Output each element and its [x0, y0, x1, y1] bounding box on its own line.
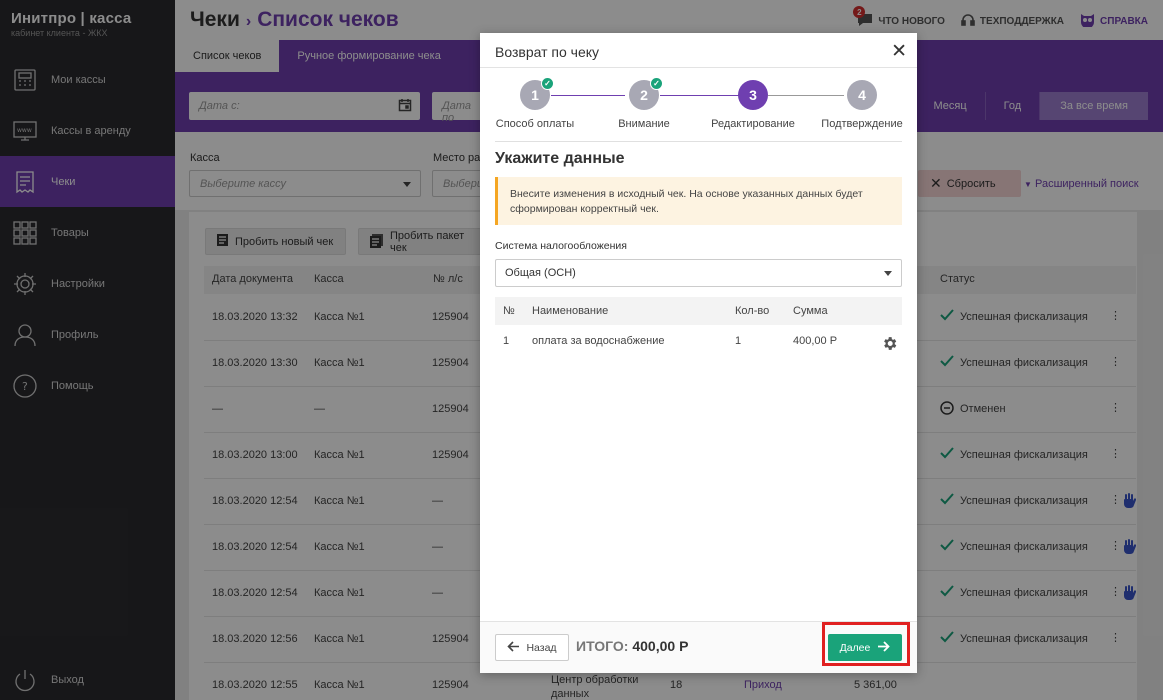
item-sum: 400,00 Р — [793, 335, 838, 347]
total: ИТОГО: 400,00 Р — [576, 638, 688, 654]
step-connector — [768, 95, 844, 96]
refund-modal: Возврат по чеку ✕ 1 ✓ 2 ✓ 3 4 Способ опл… — [480, 33, 917, 673]
step-2-label: Внимание — [618, 118, 670, 130]
step-2-number: 2 — [640, 87, 648, 103]
items-col-num: № — [503, 305, 515, 317]
close-icon[interactable]: ✕ — [891, 40, 907, 63]
next-button-highlight — [822, 622, 910, 666]
back-button[interactable]: Назад — [495, 634, 569, 661]
tax-system-value: Общая (ОСН) — [505, 267, 576, 279]
step-2-circle: 2 ✓ — [629, 77, 663, 110]
items-table-header: № Наименование Кол-во Сумма — [495, 297, 902, 325]
item-qty: 1 — [735, 335, 742, 347]
tax-system-select[interactable]: Общая (ОСН) — [495, 259, 902, 287]
item-row: 1 оплата за водоснабжение 1 400,00 Р — [495, 327, 902, 359]
step-4-label: Подтверждение — [821, 118, 903, 130]
arrow-left-icon — [507, 640, 520, 655]
item-name: оплата за водоснабжение — [532, 335, 665, 347]
item-num: 1 — [503, 335, 510, 347]
divider — [495, 141, 902, 142]
step-1-number: 1 — [531, 87, 539, 103]
step-4-circle: 4 — [847, 80, 877, 110]
modal-title: Возврат по чеку — [495, 44, 600, 60]
total-label: ИТОГО: — [576, 638, 629, 654]
step-3-label: Редактирование — [711, 118, 795, 130]
notice-box: Внесите изменения в исходный чек. На осн… — [495, 177, 902, 225]
gear-icon[interactable] — [881, 335, 898, 355]
step-4-number: 4 — [858, 87, 866, 103]
step-3-number: 3 — [749, 87, 757, 103]
step-connector — [551, 95, 625, 96]
total-value: 400,00 Р — [632, 638, 689, 654]
step-3-circle: 3 — [738, 80, 768, 110]
items-col-sum: Сумма — [793, 305, 828, 317]
chevron-down-icon — [884, 271, 892, 276]
step-1-circle: 1 ✓ — [520, 77, 554, 110]
check-icon: ✓ — [541, 77, 554, 90]
back-label: Назад — [526, 641, 557, 654]
items-col-qty: Кол-во — [735, 305, 770, 317]
step-connector — [660, 95, 740, 96]
check-icon: ✓ — [650, 77, 663, 90]
section-title: Укажите данные — [495, 150, 625, 167]
modal-header: Возврат по чеку ✕ — [480, 33, 917, 68]
step-1-label: Способ оплаты — [495, 118, 575, 130]
items-col-name: Наименование — [532, 305, 609, 317]
tax-system-label: Система налогообложения — [495, 240, 627, 252]
